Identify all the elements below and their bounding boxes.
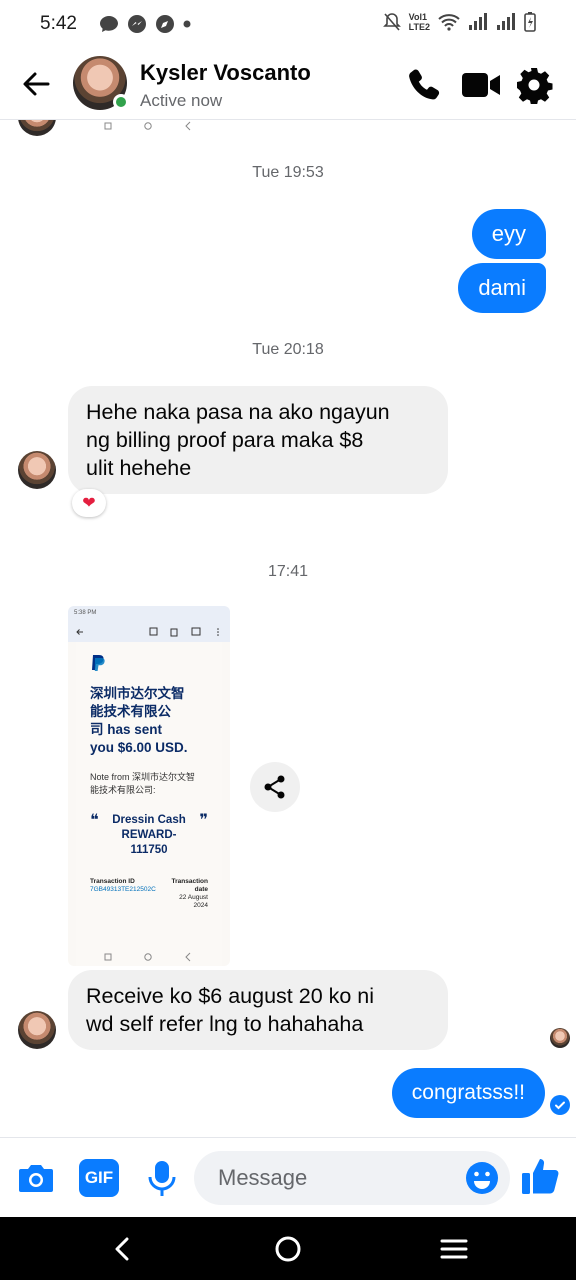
network-type-label: Vol1 LTE2: [408, 12, 430, 32]
contact-active-status: Active now: [140, 91, 223, 110]
chat-notification-icon: [99, 16, 118, 32]
more-notifications-icon: [183, 20, 191, 28]
timestamp-1: Tue 19:53: [252, 164, 324, 181]
sender-avatar[interactable]: [18, 451, 56, 489]
transaction-id-block: Transaction ID 7GB49313TE212502C: [90, 878, 156, 893]
paypal-logo-icon: [92, 655, 105, 671]
nav-recents-icon[interactable]: [436, 1231, 472, 1267]
system-icons: Vol1 LTE2: [382, 12, 536, 32]
seen-by-avatar: [550, 1028, 570, 1048]
message-list[interactable]: Tue 19:53 eyy dami Tue 20:18 Hehe naka p…: [0, 120, 576, 1137]
signal-icon-1: [469, 13, 487, 30]
attachment-back-icon: [76, 629, 83, 635]
transaction-details: Transaction ID 7GB49313TE212502C Transac…: [90, 878, 208, 910]
settings-gear-icon[interactable]: [515, 66, 553, 104]
back-arrow-icon[interactable]: [20, 68, 52, 100]
nav-back-icon[interactable]: [105, 1231, 141, 1267]
attachment-toolbar-icons: [149, 627, 219, 637]
status-bar: 5:42 Vol1 LTE2: [0, 0, 576, 48]
share-icon: [264, 775, 285, 799]
thumbs-up-icon[interactable]: [520, 1155, 562, 1197]
attachment-status-time: 5:38 PM: [74, 610, 97, 616]
contact-name[interactable]: Kysler Voscanto: [140, 60, 311, 86]
emoji-icon[interactable]: [465, 1161, 499, 1195]
status-time: 5:42: [40, 13, 77, 34]
battery-charging-icon: [524, 12, 536, 32]
message-input[interactable]: [194, 1151, 510, 1205]
outgoing-message-1[interactable]: eyy: [471, 209, 546, 259]
open-quote-icon: ❝: [90, 812, 99, 829]
payment-receipt: 深圳市达尔文智 能技术有限公 司 has sent you $6.00 USD.…: [76, 642, 222, 966]
previous-image-nav-glyphs: [104, 121, 191, 131]
wifi-icon: [438, 14, 460, 31]
payment-sender-text: 深圳市达尔文智 能技术有限公 司 has sent you $6.00 USD.: [90, 686, 188, 755]
outgoing-message-2[interactable]: dami: [458, 263, 546, 313]
close-quote-icon: ❞: [199, 812, 208, 829]
mute-icon: [382, 13, 401, 31]
sender-avatar-2[interactable]: [18, 1011, 56, 1049]
timestamp-2: Tue 20:18: [252, 341, 324, 358]
image-attachment[interactable]: 5:38 PM 深圳市达尔文智 能技术有限公 司 has sent you $6…: [68, 606, 230, 966]
messenger-notification-icon: [127, 15, 146, 33]
microphone-icon[interactable]: [142, 1158, 182, 1198]
message-composer: GIF: [0, 1137, 576, 1217]
share-attachment-button[interactable]: [250, 762, 300, 812]
nav-home-icon[interactable]: [270, 1231, 306, 1267]
delivered-check-icon: [550, 1095, 570, 1115]
gif-button[interactable]: GIF: [79, 1159, 119, 1197]
active-status-dot: [113, 94, 129, 110]
signal-icon-2: [497, 13, 515, 30]
heart-reaction-badge[interactable]: ❤: [72, 489, 106, 517]
attachment-nav-glyphs: [104, 952, 191, 962]
timestamp-3: 17:41: [267, 563, 309, 580]
phone-call-icon[interactable]: [406, 66, 444, 104]
notification-icons: [99, 14, 191, 34]
outgoing-message-3[interactable]: congratsss!!: [391, 1068, 545, 1118]
heart-icon: ❤: [82, 495, 96, 512]
transaction-date-block: Transaction date 22 August 2024: [171, 878, 208, 909]
payment-note: Note from 深圳市达尔文智 能技术有限公司:: [90, 772, 196, 795]
previous-message-avatar: [18, 120, 56, 136]
system-navigation-bar: [0, 1217, 576, 1280]
payment-note-quote: ❝ ❞ Dressin Cash REWARD- 111750: [90, 812, 208, 857]
incoming-message-1[interactable]: Hehe naka pasa na ako ngayun ng billing …: [68, 386, 448, 494]
video-call-icon[interactable]: [460, 66, 502, 104]
attachment-app-bar: 5:38 PM: [68, 606, 230, 642]
conversation-header: Kysler Voscanto Active now: [0, 48, 576, 120]
compass-notification-icon: [155, 15, 174, 33]
incoming-message-2[interactable]: Receive ko $6 august 20 ko ni wd self re…: [68, 970, 448, 1050]
camera-icon[interactable]: [16, 1158, 56, 1198]
